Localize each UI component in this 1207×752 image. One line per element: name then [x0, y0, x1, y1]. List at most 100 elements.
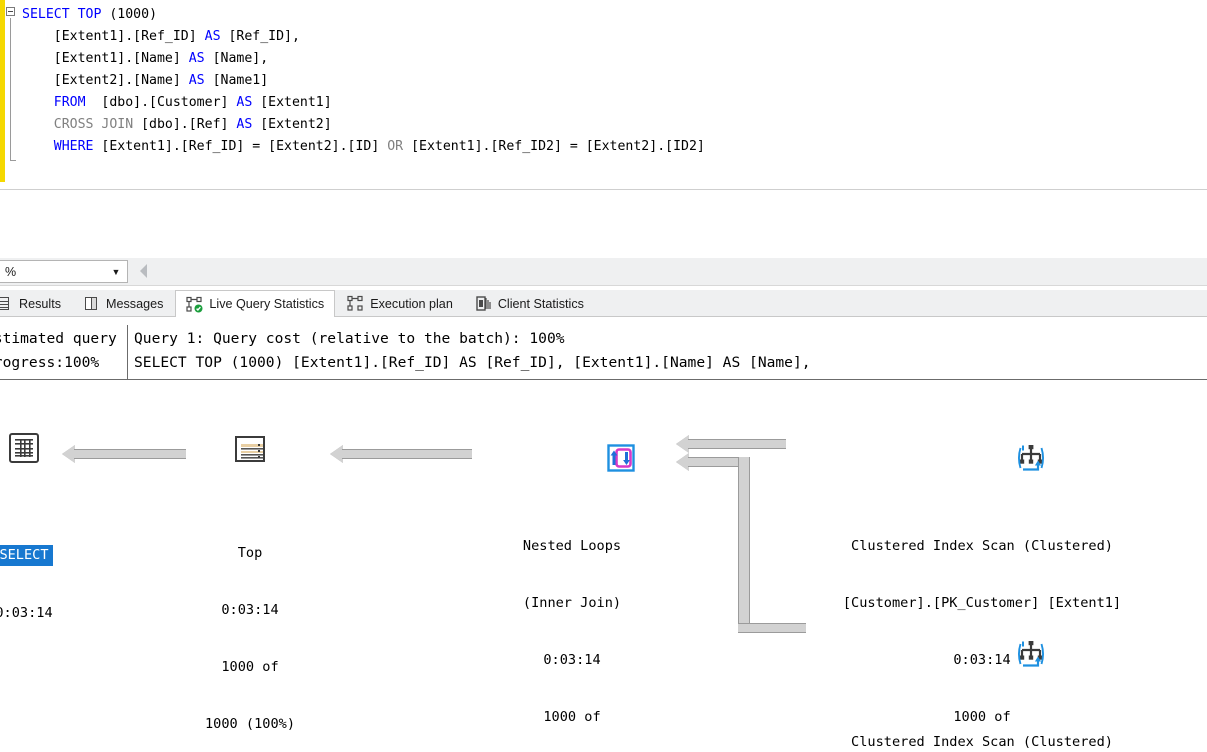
plan-node-top-labels: Top 0:03:14 1000 of 1000 (100%): [186, 506, 314, 752]
client-statistics-icon: [475, 295, 492, 312]
sql-token: AS: [236, 95, 253, 110]
clustered-index-scan-glyph: [1018, 641, 1045, 667]
estimated-query-progress-label: Estimated query: [0, 330, 117, 347]
clustered-index-scan-glyph: [1018, 445, 1045, 471]
sql-token: 1000: [117, 7, 150, 22]
results-grid-icon: [0, 295, 13, 312]
sql-token: [Extent1].[Ref_ID] = [Extent2].[ID]: [93, 139, 388, 154]
plan-header: Estimated query progress:100% Query 1: Q…: [0, 325, 1207, 380]
collapse-region-line: [10, 18, 11, 160]
plan-node-nested-loops-elapsed: 0:03:14: [543, 652, 601, 668]
zoom-level-value: %: [5, 264, 17, 279]
plan-node-scan-ref-labels: Clustered Index Scan (Clustered) [Ref].[…: [757, 695, 1207, 752]
tab-label: Client Statistics: [497, 296, 584, 311]
messages-document-icon: [83, 295, 100, 312]
sql-code-line: [Extent1].[Ref_ID] AS [Ref_ID],: [22, 26, 705, 48]
tab-label: Results: [19, 296, 61, 311]
tab-label: Messages: [106, 296, 164, 311]
sql-query-editor[interactable]: SELECT TOP (1000) [Extent1].[Ref_ID] AS …: [0, 0, 1207, 190]
tab-live-query-statistics[interactable]: Live Query Statistics: [175, 290, 336, 318]
arrow-shaft: [74, 449, 186, 459]
execution-plan-icon: [347, 295, 364, 312]
clustered-index-scan-icon: [965, 619, 1045, 667]
toolbar-scroll-left-icon[interactable]: [140, 264, 147, 278]
plan-node-scan-ref-name: Clustered Index Scan (Clustered): [851, 734, 1113, 750]
plan-node-clustered-index-scan-ref[interactable]: Clustered Index Scan (Clustered) [Ref].[…: [757, 581, 1207, 752]
sql-token: AS: [204, 29, 221, 44]
top-operator-dots-glyph: [258, 444, 260, 460]
arrow-shaft-vertical: [738, 457, 750, 633]
zoom-level-dropdown[interactable]: % ▼: [0, 260, 128, 283]
tab-messages[interactable]: Messages: [73, 290, 173, 317]
sql-token: SELECT TOP: [22, 7, 110, 22]
sql-code-line: FROM [dbo].[Customer] AS [Extent1]: [22, 92, 705, 114]
collapse-region-foot: [10, 160, 16, 161]
sql-token: AS: [188, 51, 205, 66]
tab-execution-plan[interactable]: Execution plan: [337, 290, 463, 317]
sql-token: [Extent1].[Ref_ID2] = [Extent2].[ID2]: [403, 139, 705, 154]
plan-arrow-loops-to-top: [330, 445, 472, 463]
collapse-region-toggle-icon[interactable]: [6, 7, 15, 16]
sql-code-line: CROSS JOIN [dbo].[Ref] AS [Extent2]: [22, 114, 705, 136]
tab-label: Live Query Statistics: [209, 297, 325, 311]
sql-code-line: [Extent1].[Name] AS [Name],: [22, 48, 705, 70]
sql-token: [dbo].[Customer]: [85, 95, 237, 110]
clustered-index-scan-icon: [965, 423, 1045, 471]
sql-token: [Extent1].[Ref_ID]: [22, 29, 205, 44]
plan-node-nested-loops-name: Nested Loops: [522, 538, 622, 554]
sql-code-text[interactable]: SELECT TOP (1000) [Extent1].[Ref_ID] AS …: [22, 4, 705, 158]
plan-node-select[interactable]: SELECT 0:03:14: [0, 395, 70, 699]
plan-node-nested-loops-rows-actual: 1000 of: [543, 709, 601, 725]
nested-loops-glyph: [607, 444, 635, 472]
sql-token: FROM: [53, 95, 86, 110]
plan-node-select-name: SELECT: [0, 545, 53, 566]
plan-node-top[interactable]: Top 0:03:14 1000 of 1000 (100%): [186, 395, 314, 752]
sql-token: AS: [236, 117, 253, 132]
sql-token: [Extent2]: [252, 117, 332, 132]
sql-token: CROSS JOIN: [53, 117, 134, 132]
result-set-grid-glyph: [15, 439, 33, 457]
query-cost-label: Query 1: Query cost (relative to the bat…: [134, 330, 565, 347]
plan-node-select-elapsed: 0:03:14: [0, 605, 53, 621]
sql-token: [Name1]: [204, 73, 269, 88]
plan-node-nested-loops-join-type: (Inner Join): [522, 595, 622, 611]
plan-arrow-top-to-select: [62, 445, 186, 463]
query-cost-pane: Query 1: Query cost (relative to the bat…: [130, 325, 1207, 379]
plan-toolbar: % ▼: [0, 258, 1207, 286]
sql-token: [Extent2].[Name]: [22, 73, 189, 88]
estimated-query-progress-value: progress:100%: [0, 354, 100, 371]
arrow-shaft: [342, 449, 472, 459]
tab-results[interactable]: Results: [0, 290, 71, 317]
query-text-label: SELECT TOP (1000) [Extent1].[Ref_ID] AS …: [134, 354, 811, 371]
sql-token: [dbo].[Ref]: [133, 117, 237, 132]
chevron-down-icon[interactable]: ▼: [105, 267, 127, 277]
sql-token: [Extent1]: [252, 95, 332, 110]
nested-loops-icon: [555, 423, 635, 472]
execution-plan-canvas[interactable]: SELECT 0:03:14 Top 0:03:14 1000 of 1000 …: [0, 381, 1207, 752]
estimated-query-progress-pane: Estimated query progress:100%: [0, 325, 128, 379]
sql-token: [Name],: [204, 51, 269, 66]
plan-node-select-labels: SELECT 0:03:14: [0, 507, 70, 661]
plan-node-top-rows-actual: 1000 of: [221, 659, 279, 675]
plan-node-top-elapsed: 0:03:14: [221, 602, 279, 618]
results-pane-tabstrip: Results Messages Live Query Statistics Exec…: [0, 290, 1207, 318]
result-set-icon: [9, 433, 39, 463]
sql-token: [Ref_ID],: [220, 29, 300, 44]
sql-code-line: WHERE [Extent1].[Ref_ID] = [Extent2].[ID…: [22, 136, 705, 158]
plan-node-nested-loops-labels: Nested Loops (Inner Join) 0:03:14 1000 o…: [472, 499, 672, 752]
plan-node-top-name: Top: [237, 545, 263, 561]
plan-node-top-rows-estimated: 1000 (100%): [204, 716, 296, 732]
sql-token: OR: [387, 139, 404, 154]
tab-label: Execution plan: [370, 296, 453, 311]
top-operator-icon: [235, 436, 265, 462]
tab-client-statistics[interactable]: Client Statistics: [465, 290, 594, 317]
sql-code-line: SELECT TOP (1000): [22, 4, 705, 26]
sql-token: [Extent1].[Name]: [22, 51, 189, 66]
live-query-statistics-icon: [186, 296, 203, 313]
plan-node-scan-customer-name: Clustered Index Scan (Clustered): [851, 538, 1113, 554]
sql-token: WHERE: [53, 139, 94, 154]
plan-node-nested-loops[interactable]: Nested Loops (Inner Join) 0:03:14 1000 o…: [472, 385, 672, 752]
